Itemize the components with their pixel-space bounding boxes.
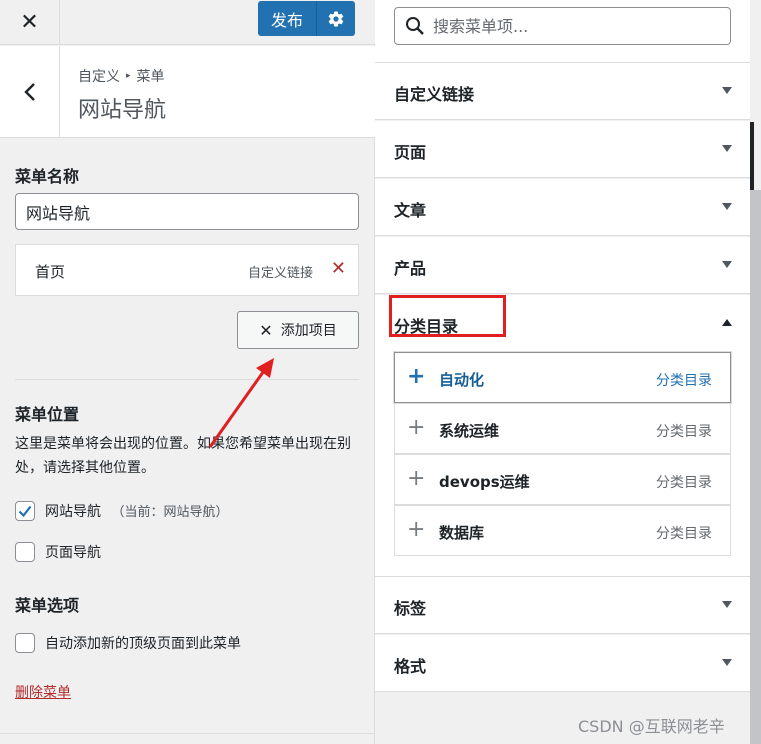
search-box[interactable]	[394, 7, 731, 45]
category-type: 分类目录	[656, 373, 712, 389]
divider	[15, 379, 359, 380]
panel-formats-label: 格式	[394, 657, 427, 676]
publish-settings-button[interactable]	[316, 1, 355, 36]
menu-name-input[interactable]	[15, 193, 359, 230]
caret-down-icon	[722, 261, 732, 268]
publish-control: 发布	[258, 1, 355, 36]
publish-button[interactable]: 发布	[258, 1, 316, 36]
plus-icon: +	[407, 466, 426, 491]
plus-icon: +	[407, 415, 426, 440]
panel-products[interactable]: 产品	[375, 237, 750, 294]
category-type: 分类目录	[656, 526, 712, 542]
menu-options-heading: 菜单选项	[15, 596, 80, 615]
panel-tags[interactable]: 标签	[375, 577, 750, 634]
close-icon: ✕	[259, 320, 273, 340]
menu-locations-heading: 菜单位置	[15, 405, 80, 424]
close-icon: ✕	[20, 10, 39, 35]
panel-categories-label: 分类目录	[394, 317, 459, 336]
panel-formats[interactable]: 格式	[375, 635, 750, 692]
category-type: 分类目录	[656, 475, 712, 491]
plus-icon: +	[407, 364, 426, 389]
category-list: + 自动化 分类目录 + 系统运维 分类目录 + devops运维 分类目录 +…	[375, 350, 750, 577]
location-footer-checkbox[interactable]	[15, 542, 35, 562]
list-item[interactable]: + 自动化 分类目录	[394, 352, 731, 403]
caret-down-icon	[722, 601, 732, 608]
divider	[0, 733, 375, 734]
scrollbar-track-edge	[750, 122, 754, 190]
location-footer-label: 页面导航	[45, 545, 101, 561]
location-primary-current: （当前：网站导航）	[111, 505, 229, 520]
close-button[interactable]: ✕	[0, 0, 60, 45]
panel-posts[interactable]: 文章	[375, 179, 750, 236]
search-icon	[406, 17, 424, 35]
location-primary-label: 网站导航	[45, 504, 101, 520]
breadcrumb-parent: 自定义	[78, 69, 120, 85]
add-items-label: 添加项目	[280, 323, 337, 339]
caret-down-icon	[722, 203, 732, 210]
location-footer-option[interactable]: 页面导航	[15, 542, 101, 562]
menu-item[interactable]: 首页 自定义链接 ✕	[15, 244, 359, 296]
category-name: 数据库	[439, 524, 485, 542]
panel-pages[interactable]: 页面	[375, 121, 750, 178]
category-name: 自动化	[439, 371, 485, 389]
panel-posts-label: 文章	[394, 201, 427, 220]
page-title: 网站导航	[78, 98, 167, 123]
checkmark-icon	[18, 505, 32, 518]
panel-products-label: 产品	[394, 259, 427, 278]
auto-add-checkbox[interactable]	[15, 633, 35, 653]
list-item[interactable]: + 系统运维 分类目录	[394, 403, 731, 454]
add-items-button[interactable]: ✕ 添加项目	[237, 311, 359, 349]
remove-icon[interactable]: ✕	[331, 258, 346, 279]
section-header: 自定义 ▸ 菜单 网站导航	[0, 46, 375, 138]
customizer-sidebar: ✕ 发布 自定义 ▸ 菜单 网站导航 菜单名称 首页 自定义链接 ✕	[0, 0, 375, 744]
menu-item-title: 首页	[35, 263, 66, 281]
back-button[interactable]	[0, 46, 60, 138]
panel-pages-label: 页面	[394, 143, 427, 162]
watermark: CSDN @互联网老辛	[578, 717, 725, 736]
auto-add-option[interactable]: 自动添加新的顶级页面到此菜单	[15, 633, 241, 653]
available-menu-items-panel: 自定义链接 页面 文章 产品 分类目录 + 自动化 分类目录 + 系统运维 分类…	[375, 0, 761, 744]
location-primary-option[interactable]: 网站导航 （当前：网站导航）	[15, 501, 228, 521]
auto-add-label: 自动添加新的顶级页面到此菜单	[45, 636, 241, 652]
customizer-header: ✕ 发布	[0, 0, 375, 45]
menu-item-type: 自定义链接	[247, 266, 313, 281]
menu-name-label: 菜单名称	[15, 167, 80, 186]
category-name: 系统运维	[439, 422, 500, 440]
scrollbar-thumb[interactable]	[750, 190, 761, 744]
search-area	[375, 0, 750, 63]
panel-categories[interactable]: 分类目录	[375, 295, 750, 350]
panel-tags-label: 标签	[394, 599, 427, 618]
breadcrumb-separator: ▸	[126, 71, 131, 81]
caret-down-icon	[722, 659, 732, 666]
delete-menu-link[interactable]: 删除菜单	[15, 682, 71, 702]
breadcrumb-current: 菜单	[136, 69, 165, 85]
search-input[interactable]	[433, 16, 713, 36]
category-type: 分类目录	[656, 424, 712, 440]
panel-custom-links-label: 自定义链接	[394, 85, 475, 104]
caret-down-icon	[722, 87, 732, 94]
breadcrumb: 自定义 ▸ 菜单	[78, 66, 165, 86]
scrollbar[interactable]	[750, 0, 761, 744]
annotation-arrow-icon	[208, 358, 274, 448]
panel-custom-links[interactable]: 自定义链接	[375, 63, 750, 120]
chevron-left-icon	[23, 83, 35, 101]
caret-up-icon	[722, 319, 732, 326]
plus-icon: +	[407, 517, 426, 542]
category-name: devops运维	[439, 473, 530, 491]
caret-down-icon	[722, 145, 732, 152]
location-primary-checkbox[interactable]	[15, 501, 35, 521]
list-item[interactable]: + 数据库 分类目录	[394, 505, 731, 556]
menu-locations-description: 这里是菜单将会出现的位置。如果您希望菜单出现在别处，请选择其他位置。	[15, 436, 351, 476]
gear-icon	[328, 11, 344, 27]
list-item[interactable]: + devops运维 分类目录	[394, 454, 731, 505]
